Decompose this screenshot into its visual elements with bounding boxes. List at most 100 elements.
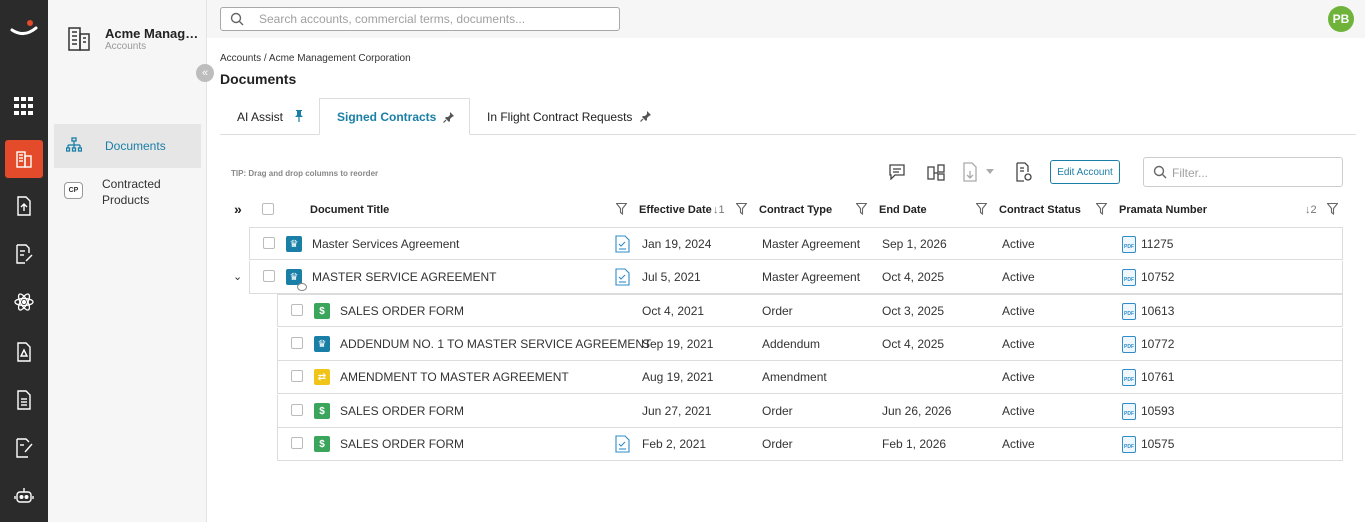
pramata-number: 10613 bbox=[1141, 304, 1175, 318]
pin-icon[interactable] bbox=[293, 109, 305, 123]
sidebar-item-label: Contracted Products bbox=[102, 177, 161, 207]
header-contract-status[interactable]: Contract Status bbox=[999, 204, 1081, 216]
header-effective-date[interactable]: Effective Date bbox=[639, 204, 712, 216]
filter-funnel-icon[interactable] bbox=[616, 203, 627, 215]
accounts-building-icon[interactable] bbox=[5, 140, 43, 178]
table-row[interactable]: $ SALES ORDER FORM Oct 4, 2021 Order Oct 3, … bbox=[277, 294, 1343, 327]
ai-summary-icon[interactable] bbox=[615, 268, 631, 289]
header-contract-type[interactable]: Contract Type bbox=[759, 204, 832, 216]
tip-text: TIP: Drag and drop columns to reorder bbox=[231, 169, 379, 178]
search-icon bbox=[1153, 165, 1167, 179]
search-input[interactable]: Search accounts, commercial terms, docum… bbox=[220, 7, 620, 31]
document-settings-icon[interactable] bbox=[1012, 160, 1036, 184]
row-checkbox[interactable] bbox=[291, 437, 303, 449]
row-checkbox[interactable] bbox=[291, 304, 303, 316]
tab-bar: AI Assist Signed Contracts In Flight Con… bbox=[220, 98, 1356, 135]
pdf-icon[interactable]: PDF bbox=[1122, 236, 1136, 253]
breadcrumb[interactable]: Accounts / Acme Management Corporation bbox=[220, 53, 411, 64]
pin-icon[interactable] bbox=[443, 111, 455, 123]
contract-status: Active bbox=[1002, 304, 1035, 318]
contract-status: Active bbox=[1002, 370, 1035, 384]
table-row[interactable]: $ SALES ORDER FORM Jun 27, 2021 Order Jun 26… bbox=[277, 395, 1343, 428]
grid-header: » Document Title Effective Date ↓1 Contr… bbox=[220, 200, 1346, 220]
pin-icon[interactable] bbox=[640, 110, 652, 122]
document-title[interactable]: ADDENDUM NO. 1 TO MASTER SERVICE AGREEME… bbox=[340, 337, 651, 351]
pdf-icon[interactable]: PDF bbox=[1122, 436, 1136, 453]
contract-status: Active bbox=[1002, 237, 1035, 251]
filter-input[interactable]: Filter... bbox=[1143, 157, 1343, 187]
robot-icon[interactable] bbox=[8, 480, 40, 512]
filter-funnel-icon[interactable] bbox=[1327, 203, 1338, 215]
dollar-icon: $ bbox=[314, 436, 330, 452]
tab-ai-assist[interactable]: AI Assist bbox=[220, 98, 319, 135]
document-title[interactable]: SALES ORDER FORM bbox=[340, 304, 464, 318]
header-end-date[interactable]: End Date bbox=[879, 204, 927, 216]
sort-indicator-1[interactable]: ↓1 bbox=[713, 204, 725, 216]
pramata-number: 10593 bbox=[1141, 404, 1175, 418]
document-title[interactable]: SALES ORDER FORM bbox=[340, 437, 464, 451]
row-checkbox[interactable] bbox=[291, 337, 303, 349]
search-placeholder: Search accounts, commercial terms, docum… bbox=[259, 12, 526, 26]
document-title[interactable]: SALES ORDER FORM bbox=[340, 404, 464, 418]
sign-document-icon[interactable] bbox=[8, 432, 40, 464]
alert-document-icon[interactable] bbox=[8, 336, 40, 368]
pdf-icon[interactable]: PDF bbox=[1122, 269, 1136, 286]
account-name: Acme Manage... bbox=[105, 26, 201, 41]
document-list-icon[interactable] bbox=[8, 384, 40, 416]
table-row[interactable]: ⇄ AMENDMENT TO MASTER AGREEMENT Aug 19, 20… bbox=[277, 361, 1343, 394]
page-title: Documents bbox=[220, 71, 297, 87]
row-checkbox[interactable] bbox=[291, 404, 303, 416]
edit-document-icon[interactable] bbox=[8, 238, 40, 270]
ai-summary-icon[interactable] bbox=[615, 235, 631, 256]
select-all-checkbox[interactable] bbox=[262, 203, 274, 215]
account-subtitle: Accounts bbox=[105, 41, 147, 52]
ai-summary-icon[interactable] bbox=[615, 435, 631, 456]
expand-all-icon[interactable]: » bbox=[234, 201, 242, 217]
filter-funnel-icon[interactable] bbox=[1096, 203, 1107, 215]
filter-funnel-icon[interactable] bbox=[856, 203, 867, 215]
atom-icon[interactable] bbox=[8, 286, 40, 318]
compare-icon[interactable] bbox=[924, 160, 948, 184]
document-title[interactable]: MASTER SERVICE AGREEMENT bbox=[312, 270, 496, 284]
table-row[interactable]: ♛ Master Services Agreement Jan 19, 2024 Ma… bbox=[249, 227, 1343, 260]
filter-funnel-icon[interactable] bbox=[736, 203, 747, 215]
row-checkbox[interactable] bbox=[263, 237, 275, 249]
table-row[interactable]: ♛ MASTER SERVICE AGREEMENT Jul 5, 2021 Mast… bbox=[249, 261, 1343, 294]
pdf-icon[interactable]: PDF bbox=[1122, 336, 1136, 353]
row-checkbox[interactable] bbox=[291, 370, 303, 382]
user-avatar[interactable]: PB bbox=[1328, 6, 1354, 32]
pdf-icon[interactable]: PDF bbox=[1122, 369, 1136, 386]
collapse-panel-button[interactable]: « bbox=[196, 64, 214, 82]
filter-funnel-icon[interactable] bbox=[976, 203, 987, 215]
document-title[interactable]: Master Services Agreement bbox=[312, 237, 459, 251]
header-document-title[interactable]: Document Title bbox=[310, 204, 389, 216]
comment-icon[interactable] bbox=[885, 160, 909, 184]
pdf-icon[interactable]: PDF bbox=[1122, 403, 1136, 420]
pdf-icon[interactable]: PDF bbox=[1122, 303, 1136, 320]
pramata-number: 11275 bbox=[1141, 237, 1174, 251]
end-date: Oct 4, 2025 bbox=[882, 337, 945, 351]
tab-in-flight-contract-requests[interactable]: In Flight Contract Requests bbox=[470, 98, 660, 135]
sidebar-item-documents[interactable]: Documents bbox=[54, 124, 201, 168]
crown-icon: ♛ bbox=[286, 236, 302, 252]
upload-document-icon[interactable] bbox=[8, 190, 40, 222]
apps-grid-icon[interactable] bbox=[8, 90, 40, 122]
header-pramata-number[interactable]: Pramata Number bbox=[1119, 204, 1207, 216]
tab-signed-contracts[interactable]: Signed Contracts bbox=[319, 98, 470, 135]
row-checkbox[interactable] bbox=[263, 270, 275, 282]
effective-date: Jun 27, 2021 bbox=[642, 404, 712, 418]
contract-type: Order bbox=[762, 437, 793, 451]
app-logo[interactable] bbox=[10, 18, 38, 42]
table-row[interactable]: $ SALES ORDER FORM Feb 2, 2021 Order Feb 1, … bbox=[277, 428, 1343, 461]
sort-indicator-2[interactable]: ↓2 bbox=[1305, 204, 1317, 216]
crown-icon: ♛ bbox=[314, 336, 330, 352]
effective-date: Aug 19, 2021 bbox=[642, 370, 714, 384]
sidebar-item-contracted-products[interactable]: CP Contracted Products bbox=[54, 176, 201, 212]
download-menu-icon[interactable] bbox=[962, 160, 1002, 184]
collapse-row-chevron-icon[interactable]: ⌄ bbox=[233, 270, 242, 283]
end-date: Sep 1, 2026 bbox=[882, 237, 947, 251]
table-row[interactable]: ♛ ADDENDUM NO. 1 TO MASTER SERVICE AGREEM… bbox=[277, 328, 1343, 361]
document-title[interactable]: AMENDMENT TO MASTER AGREEMENT bbox=[340, 370, 569, 384]
contract-type: Addendum bbox=[762, 337, 821, 351]
edit-account-button[interactable]: Edit Account bbox=[1050, 160, 1120, 184]
